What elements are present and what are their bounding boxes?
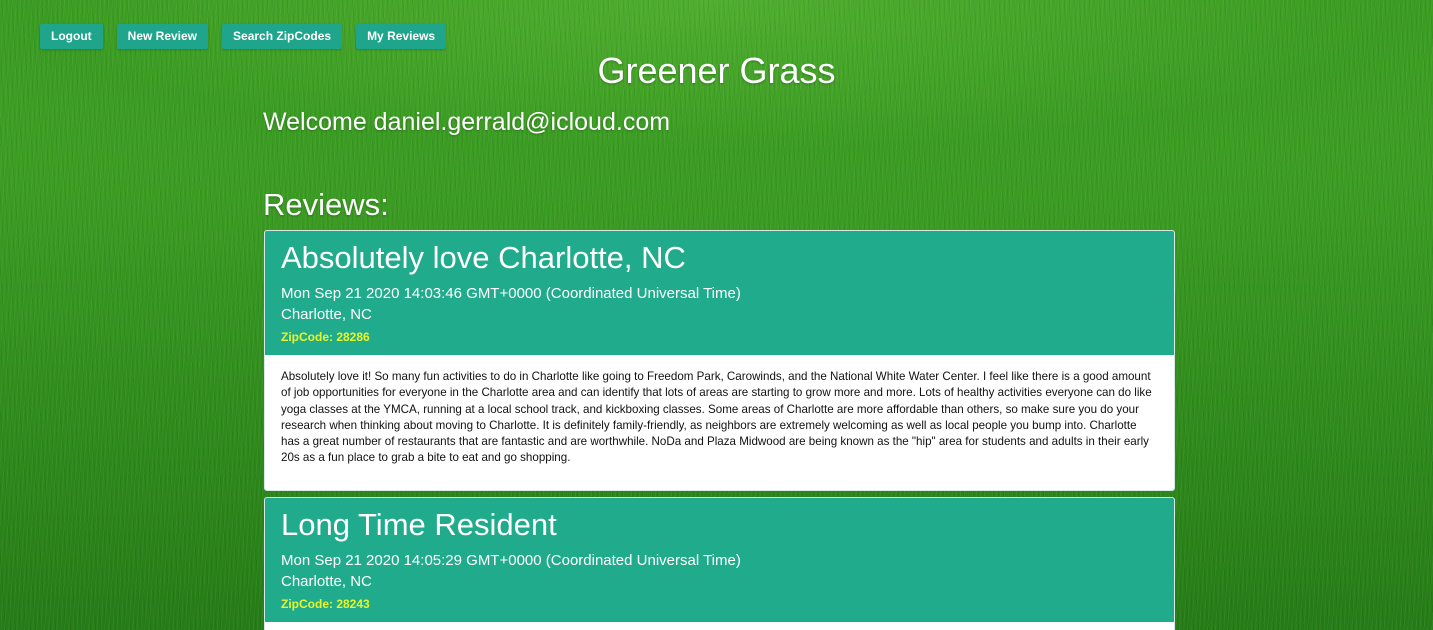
review-title: Long Time Resident [281, 507, 557, 542]
site-title: Greener Grass [597, 50, 836, 91]
review-date: Mon Sep 21 2020 14:05:29 GMT+0000 (Coord… [281, 552, 741, 569]
review-zipcode: ZipCode: 28243 [281, 597, 370, 611]
reviews-heading: Reviews: [263, 187, 389, 222]
top-nav: Logout New Review Search ZipCodes My Rev… [40, 24, 447, 49]
review-title: Absolutely love Charlotte, NC [281, 240, 686, 275]
review-body: Absolutely love it! So many fun activiti… [281, 370, 1152, 465]
my-reviews-button[interactable]: My Reviews [356, 24, 447, 49]
logout-button[interactable]: Logout [40, 24, 103, 49]
welcome-message: Welcome daniel.gerrald@icloud.com [263, 108, 671, 136]
new-review-button[interactable]: New Review [116, 24, 209, 49]
review-date: Mon Sep 21 2020 14:03:46 GMT+0000 (Coord… [281, 285, 741, 302]
review-body [265, 622, 1174, 630]
review-location: Charlotte, NC [281, 306, 372, 323]
review-card: Long Time Resident Mon Sep 21 2020 14:05… [264, 497, 1175, 630]
review-card-header: Absolutely love Charlotte, NC Mon Sep 21… [265, 231, 1174, 355]
search-zipcodes-button[interactable]: Search ZipCodes [222, 24, 343, 49]
review-card: Absolutely love Charlotte, NC Mon Sep 21… [264, 230, 1175, 491]
review-location: Charlotte, NC [281, 573, 372, 590]
review-card-header: Long Time Resident Mon Sep 21 2020 14:05… [265, 498, 1174, 622]
review-zipcode: ZipCode: 28286 [281, 330, 370, 344]
